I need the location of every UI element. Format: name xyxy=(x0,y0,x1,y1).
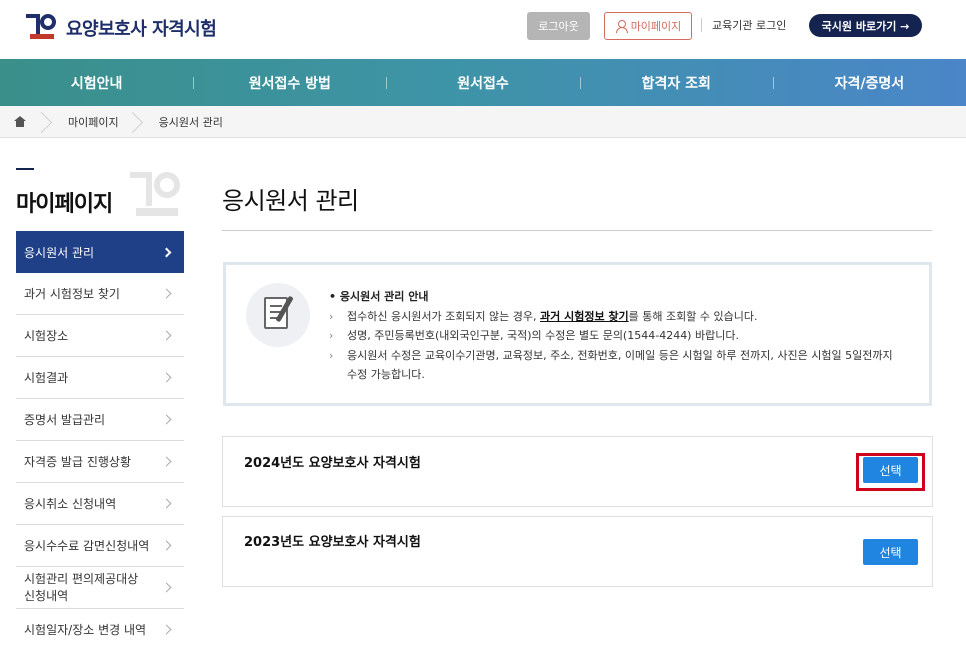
exam-card: 2023년도 요양보호사 자격시험 선택 xyxy=(222,516,933,587)
sidebar-item-label: 과거 시험정보 찾기 xyxy=(24,287,120,301)
exam-card: 2024년도 요양보호사 자격시험 선택 xyxy=(222,436,933,507)
main-nav: 시험안내 원서접수 방법 원서접수 합격자 조회 자격/증명서 xyxy=(0,59,966,106)
notice-heading: 응시원서 관리 안내 xyxy=(329,287,899,307)
sidebar-item-label: 응시취소 신청내역 xyxy=(24,497,117,511)
breadcrumb: 마이페이지 응시원서 관리 xyxy=(0,106,966,138)
nav-item-application[interactable]: 원서접수 xyxy=(386,59,579,106)
chevron-right-icon xyxy=(40,106,52,138)
edu-login-link[interactable]: 교육기관 로그인 xyxy=(712,17,786,33)
sidebar-item-certificate-issue[interactable]: 증명서 발급관리 xyxy=(16,399,184,441)
sidebar-title: 마이페이지 xyxy=(16,192,113,217)
nav-item-certificates[interactable]: 자격/증명서 xyxy=(772,59,966,106)
nav-item-exam-guide[interactable]: 시험안내 xyxy=(0,59,193,106)
notice-line: › 성명, 주민등록번호(내외국인구분, 국적)의 수정은 별도 문의(1544… xyxy=(329,326,899,346)
page-title: 응시원서 관리 xyxy=(222,187,359,215)
chevron-right-icon xyxy=(161,456,172,467)
goto-kuksiwon-button[interactable]: 국시원 바로가기 → xyxy=(809,14,922,37)
sidebar-item-exam-location[interactable]: 시험장소 xyxy=(16,315,184,357)
notice-box: 응시원서 관리 안내 › 접수하신 응시원서가 조회되지 않는 경우, 과거 시… xyxy=(223,262,932,406)
home-icon xyxy=(14,116,26,127)
notice-text: 접수하신 응시원서가 조회되지 않는 경우, xyxy=(347,309,541,323)
sidebar-item-label: 증명서 발급관리 xyxy=(24,413,106,427)
chevron-right-icon xyxy=(161,288,172,299)
notice-text: 성명, 주민등록번호(내외국인구분, 국적)의 수정은 별도 문의(1544-4… xyxy=(347,329,739,342)
sidebar-item-date-location-change[interactable]: 시험일자/장소 변경 내역 xyxy=(16,609,184,649)
chevron-right-icon xyxy=(161,498,172,509)
bullet-arrow-icon: › xyxy=(329,329,334,342)
mypage-button[interactable]: 마이페이지 xyxy=(604,12,692,40)
chevron-right-icon xyxy=(161,330,172,341)
bullet-arrow-icon: › xyxy=(329,348,334,362)
breadcrumb-item-mypage[interactable]: 마이페이지 xyxy=(52,114,131,130)
site-logo[interactable]: 요양보호사 자격시험 xyxy=(26,12,217,44)
sidebar-item-license-progress[interactable]: 자격증 발급 진행상황 xyxy=(16,441,184,483)
select-button[interactable]: 선택 xyxy=(863,539,918,565)
highlight-box xyxy=(856,453,925,491)
notice-line: › 응시원서 수정은 교육이수기관명, 교육정보, 주소, 전화번호, 이메일 … xyxy=(329,346,899,385)
chevron-right-icon xyxy=(161,540,172,551)
sidebar-item-fee-reduction[interactable]: 응시수수료 감면신청내역 xyxy=(16,525,184,567)
header: 요양보호사 자격시험 로그아웃 마이페이지 교육기관 로그인 국시원 바로가기 … xyxy=(0,0,966,59)
notice-line: › 접수하신 응시원서가 조회되지 않는 경우, 과거 시험정보 찾기를 통해 … xyxy=(329,307,899,327)
sidebar-item-cancel-history[interactable]: 응시취소 신청내역 xyxy=(16,483,184,525)
sidebar-item-past-exam-info[interactable]: 과거 시험정보 찾기 xyxy=(16,273,184,315)
document-icon xyxy=(246,283,310,347)
sidebar-item-exam-result[interactable]: 시험결과 xyxy=(16,357,184,399)
nav-item-application-method[interactable]: 원서접수 방법 xyxy=(193,59,386,106)
chevron-right-icon xyxy=(161,247,172,257)
bullet-arrow-icon: › xyxy=(329,309,334,323)
breadcrumb-item-current[interactable]: 응시원서 관리 xyxy=(143,114,235,130)
sidebar-title-mark xyxy=(16,168,34,170)
divider xyxy=(701,18,702,32)
exam-title: 2023년도 요양보호사 자격시험 xyxy=(244,535,421,550)
divider xyxy=(222,230,932,231)
chevron-right-icon xyxy=(161,582,172,593)
nav-item-results[interactable]: 합격자 조회 xyxy=(579,59,773,106)
sidebar-item-application-manage[interactable]: 응시원서 관리 xyxy=(16,231,184,273)
brand-title: 요양보호사 자격시험 xyxy=(66,19,217,40)
notice-text: 를 통해 조회할 수 있습니다. xyxy=(628,309,758,323)
exam-title: 2024년도 요양보호사 자격시험 xyxy=(244,456,421,471)
logout-button[interactable]: 로그아웃 xyxy=(527,12,590,40)
sidebar-menu: 응시원서 관리 과거 시험정보 찾기 시험장소 시험결과 증명서 발급관리 자격… xyxy=(16,231,184,649)
sidebar-item-label: 응시수수료 감면신청내역 xyxy=(24,539,150,553)
sidebar-item-label: 자격증 발급 진행상황 xyxy=(24,455,131,469)
sidebar-item-label: 시험일자/장소 변경 내역 xyxy=(24,623,147,637)
sidebar-item-label: 시험장소 xyxy=(24,329,69,343)
chevron-right-icon xyxy=(161,372,172,383)
logo-mark-icon xyxy=(26,12,58,44)
sidebar-item-label: 시험결과 xyxy=(24,371,69,385)
sidebar-item-label: 시험관리 편의제공대상 신청내역 xyxy=(24,571,139,603)
chevron-right-icon xyxy=(161,414,172,425)
sidebar-item-accommodation[interactable]: 시험관리 편의제공대상 신청내역 xyxy=(16,567,184,609)
past-exam-info-link[interactable]: 과거 시험정보 찾기 xyxy=(540,310,629,323)
person-icon xyxy=(615,20,628,33)
logo-watermark-icon xyxy=(130,170,184,222)
sidebar-item-label: 응시원서 관리 xyxy=(24,245,95,260)
chevron-right-icon xyxy=(161,624,172,635)
mypage-label: 마이페이지 xyxy=(630,20,682,33)
chevron-right-icon xyxy=(131,106,143,138)
notice-body: 응시원서 관리 안내 › 접수하신 응시원서가 조회되지 않는 경우, 과거 시… xyxy=(329,287,899,385)
notice-text: 응시원서 수정은 교육이수기관명, 교육정보, 주소, 전화번호, 이메일 등은… xyxy=(347,348,893,382)
